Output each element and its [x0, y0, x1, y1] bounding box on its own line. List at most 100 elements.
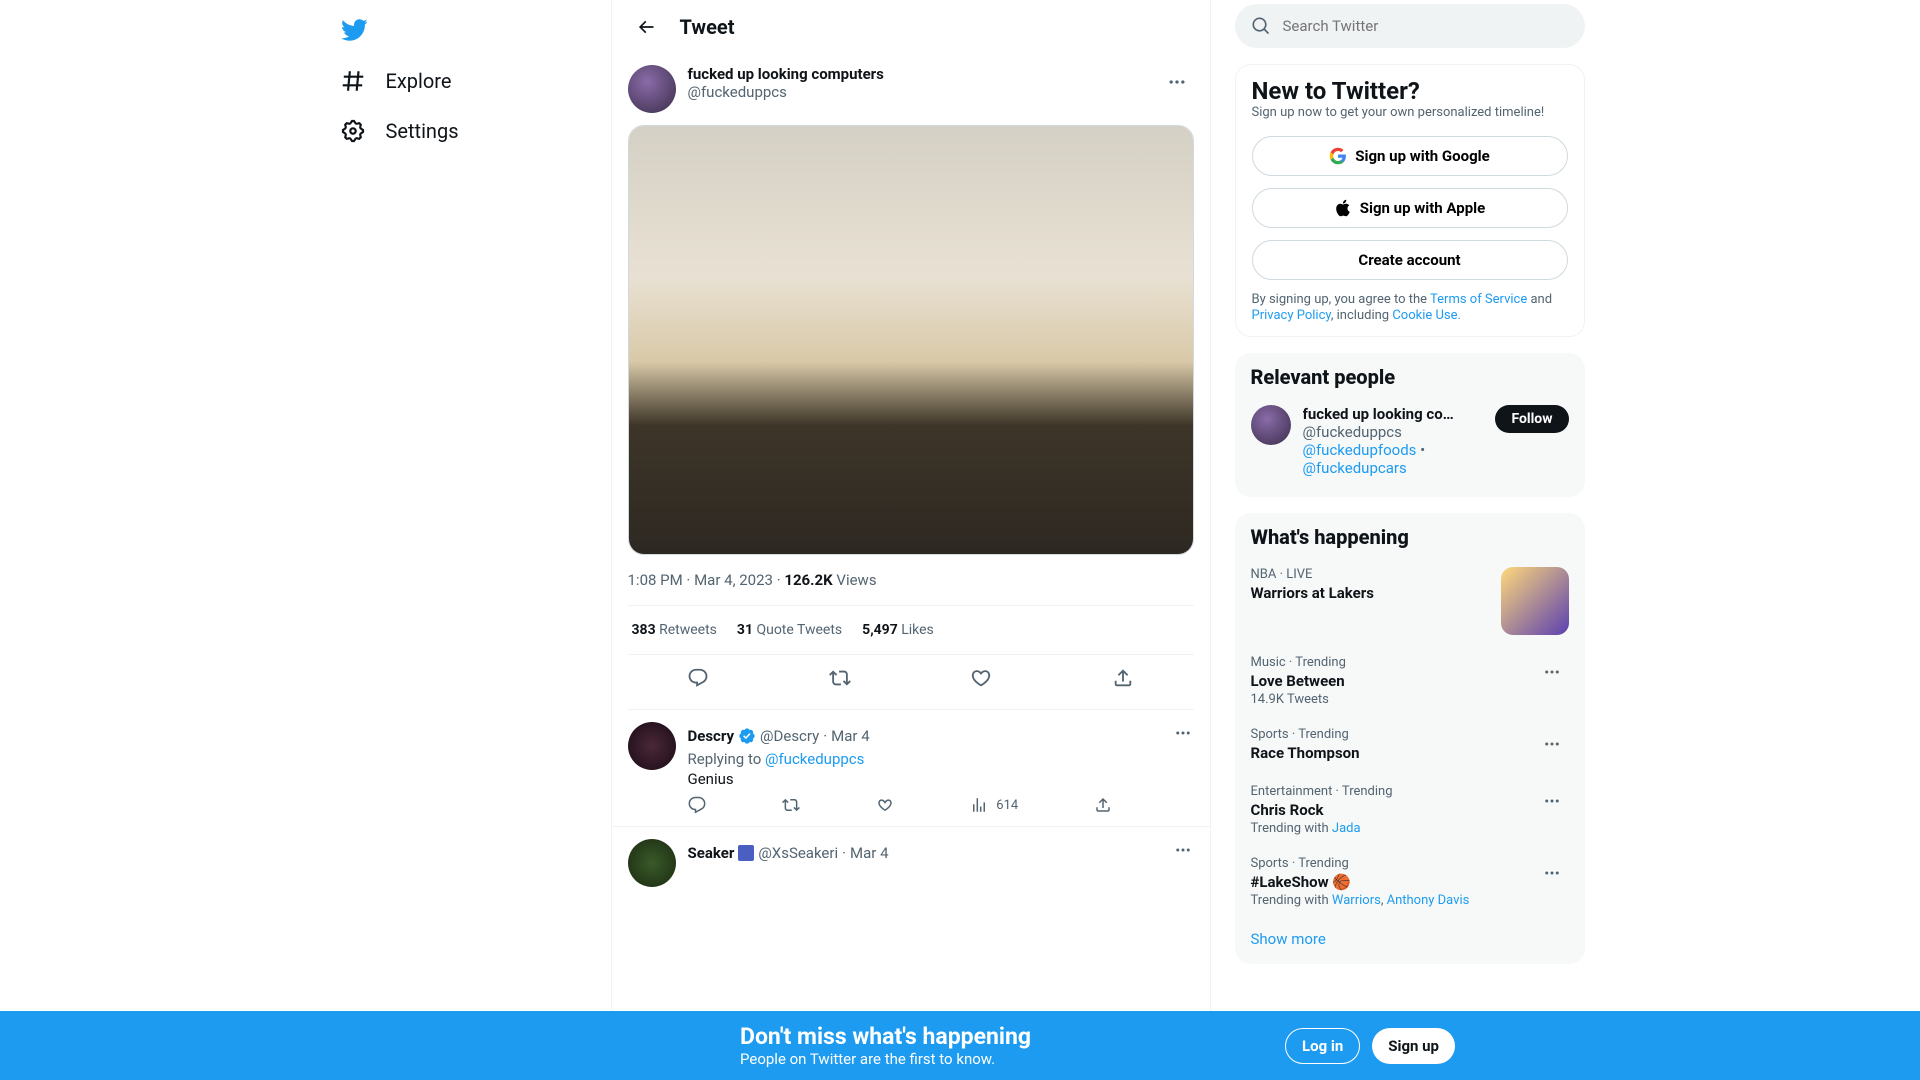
badge-icon	[738, 845, 754, 861]
signup-banner: Don't miss what's happening People on Tw…	[0, 1011, 1920, 1080]
trend-link[interactable]: Anthony Davis	[1387, 893, 1470, 908]
reply-handle[interactable]: @Descry	[760, 727, 819, 745]
page-header: Tweet	[612, 0, 1210, 53]
show-more-link[interactable]: Show more	[1251, 918, 1569, 952]
signup-fine-print: By signing up, you agree to the Terms of…	[1252, 292, 1568, 324]
more-icon	[1174, 841, 1192, 859]
signup-desc: Sign up now to get your own personalized…	[1252, 105, 1568, 120]
login-button[interactable]: Log in	[1285, 1028, 1360, 1064]
tweet-more-button[interactable]	[1160, 65, 1194, 99]
relevant-person[interactable]: fucked up looking co… @fuckeduppcs @fuck…	[1251, 397, 1569, 485]
heart-icon	[876, 796, 894, 814]
signup-title: New to Twitter?	[1252, 77, 1568, 105]
trend-item[interactable]: Sports · Trending #LakeShow 🏀 Trending w…	[1251, 846, 1569, 918]
related-link[interactable]: @fuckedupfoods	[1303, 441, 1417, 459]
likes-stat[interactable]: 5,497 Likes	[862, 622, 934, 638]
trend-item[interactable]: Music · Trending Love Between 14.9K Twee…	[1251, 645, 1569, 717]
retweet-icon	[782, 796, 800, 814]
more-icon	[1174, 724, 1192, 742]
trend-more-button[interactable]	[1535, 727, 1569, 761]
reply-retweet-button[interactable]	[782, 796, 800, 814]
analytics-icon	[970, 796, 988, 814]
tweet-timestamp[interactable]: 1:08 PM · Mar 4, 2023 · 126.2K Views	[628, 555, 1194, 605]
person-avatar[interactable]	[1251, 405, 1291, 445]
signup-google-button[interactable]: Sign up with Google	[1252, 136, 1568, 176]
more-icon	[1543, 735, 1561, 753]
signup-apple-button[interactable]: Sign up with Apple	[1252, 188, 1568, 228]
reply-views-button[interactable]: 614	[970, 796, 1018, 814]
person-handle[interactable]: @fuckeduppcs	[1303, 423, 1496, 441]
reply-author-name[interactable]: Descry	[688, 727, 735, 745]
search-input[interactable]	[1283, 17, 1569, 35]
reply-button[interactable]	[679, 659, 717, 697]
reply-reply-button[interactable]	[688, 796, 706, 814]
share-icon	[1094, 796, 1112, 814]
trend-more-button[interactable]	[1535, 856, 1569, 890]
trend-thumbnail	[1501, 567, 1569, 635]
reply-share-button[interactable]	[1094, 796, 1112, 814]
reply-more-button[interactable]	[1166, 716, 1200, 750]
reply-icon	[687, 667, 709, 689]
more-icon	[1543, 663, 1561, 681]
retweet-button[interactable]	[821, 659, 859, 697]
privacy-link[interactable]: Privacy Policy	[1252, 308, 1331, 323]
more-icon	[1543, 864, 1561, 882]
reply-avatar[interactable]	[628, 839, 676, 887]
reply-text: Genius	[688, 770, 1194, 788]
trend-item[interactable]: Entertainment · Trending Chris Rock Tren…	[1251, 774, 1569, 846]
person-name[interactable]: fucked up looking co…	[1303, 405, 1496, 423]
nav-explore[interactable]: Explore	[328, 56, 464, 106]
share-icon	[1112, 667, 1134, 689]
happening-title: What's happening	[1251, 525, 1569, 549]
related-link[interactable]: @fuckedupcars	[1303, 459, 1407, 477]
cookie-link[interactable]: Cookie Use.	[1392, 308, 1461, 323]
gear-icon	[340, 118, 366, 144]
search-icon	[1251, 16, 1271, 36]
verified-icon	[738, 727, 756, 745]
reply-handle[interactable]: @XsSeakeri	[758, 844, 838, 862]
like-button[interactable]	[962, 659, 1000, 697]
nav-settings[interactable]: Settings	[328, 106, 471, 156]
follow-button[interactable]: Follow	[1495, 405, 1568, 433]
trend-link[interactable]: Warriors	[1332, 893, 1381, 908]
nav-explore-label: Explore	[386, 69, 452, 93]
back-button[interactable]	[628, 9, 664, 45]
tos-link[interactable]: Terms of Service	[1430, 292, 1527, 307]
nav-settings-label: Settings	[386, 119, 459, 143]
twitter-logo[interactable]	[328, 4, 380, 56]
replying-to-link[interactable]: @fuckeduppcs	[765, 750, 864, 768]
reply-avatar[interactable]	[628, 722, 676, 770]
reply-item[interactable]: Seaker @XsSeakeri · Mar 4	[612, 827, 1210, 899]
relevant-people-card: Relevant people fucked up looking co… @f…	[1235, 353, 1585, 497]
create-account-button[interactable]: Create account	[1252, 240, 1568, 280]
trend-item[interactable]: Sports · Trending Race Thompson	[1251, 717, 1569, 774]
retweets-stat[interactable]: 383 Retweets	[632, 622, 717, 638]
retweet-icon	[829, 667, 851, 689]
search-bar[interactable]	[1235, 4, 1585, 48]
page-title: Tweet	[680, 15, 735, 39]
signup-card: New to Twitter? Sign up now to get your …	[1235, 64, 1585, 337]
author-handle[interactable]: @fuckeduppcs	[688, 83, 1160, 101]
trend-more-button[interactable]	[1535, 655, 1569, 689]
trend-link[interactable]: Jada	[1332, 821, 1361, 836]
share-button[interactable]	[1104, 659, 1142, 697]
reply-date[interactable]: Mar 4	[831, 727, 870, 745]
reply-item[interactable]: Descry @Descry · Mar 4 Replying to @fuck…	[612, 710, 1210, 827]
more-icon	[1167, 72, 1187, 92]
signup-button[interactable]: Sign up	[1372, 1028, 1455, 1064]
trend-item[interactable]: NBA · LIVE Warriors at Lakers	[1251, 557, 1569, 645]
reply-like-button[interactable]	[876, 796, 894, 814]
trend-more-button[interactable]	[1535, 784, 1569, 818]
reply-date[interactable]: Mar 4	[850, 844, 889, 862]
arrow-left-icon	[636, 17, 656, 37]
tweet-image[interactable]	[628, 125, 1194, 555]
quotes-stat[interactable]: 31 Quote Tweets	[737, 622, 842, 638]
more-icon	[1543, 792, 1561, 810]
author-avatar[interactable]	[628, 65, 676, 113]
author-name[interactable]: fucked up looking computers	[688, 65, 1160, 83]
reply-more-button[interactable]	[1166, 833, 1200, 867]
whats-happening-card: What's happening NBA · LIVE Warriors at …	[1235, 513, 1585, 964]
reply-icon	[688, 796, 706, 814]
reply-author-name[interactable]: Seaker	[688, 844, 735, 862]
banner-subtitle: People on Twitter are the first to know.	[740, 1050, 1031, 1068]
